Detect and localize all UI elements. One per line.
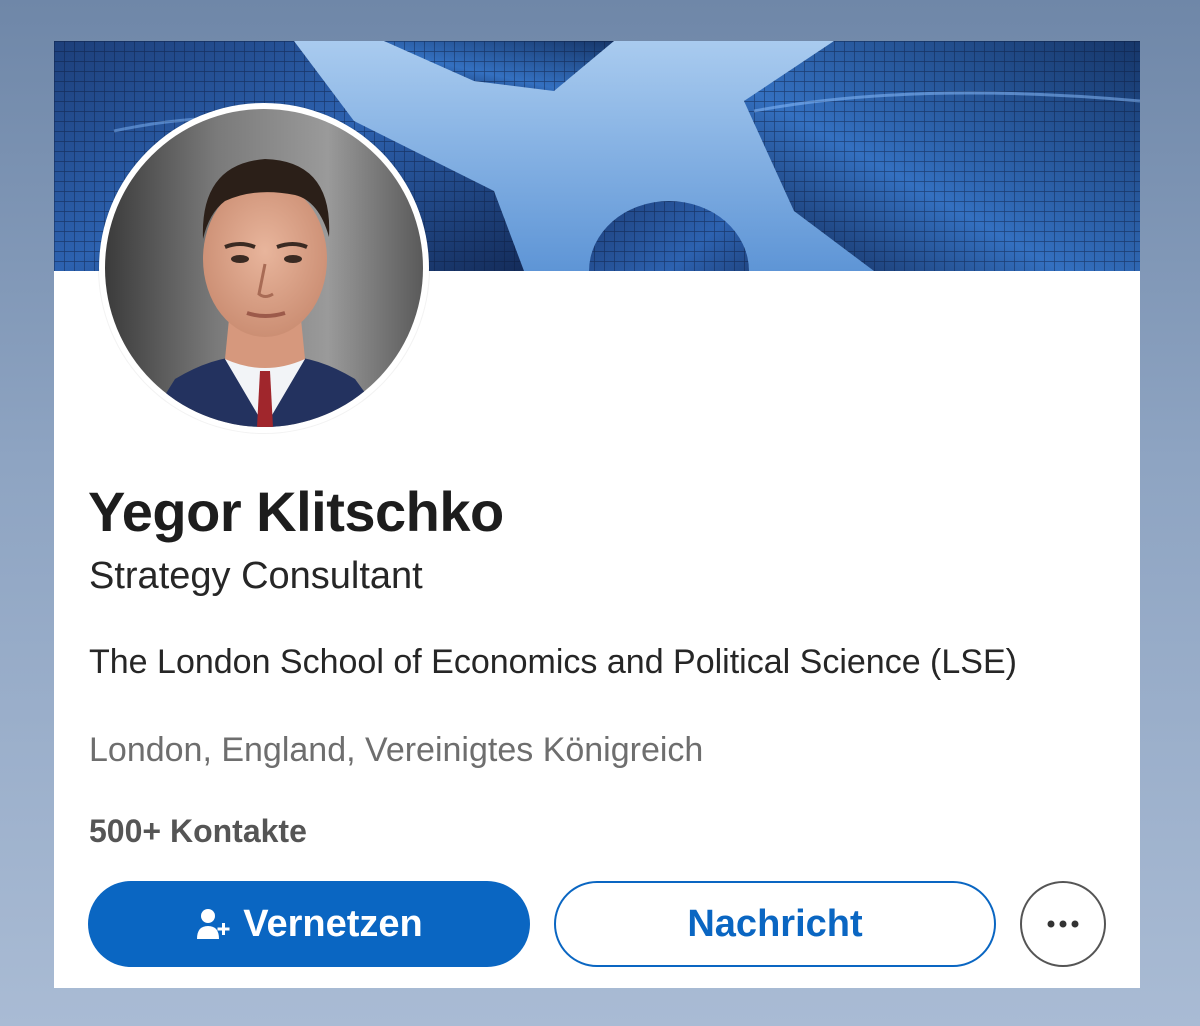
portrait-illustration bbox=[105, 109, 423, 427]
profile-name: Yegor Klitschko bbox=[88, 480, 504, 543]
add-person-icon bbox=[195, 906, 231, 942]
avatar bbox=[105, 109, 423, 427]
connect-button-label: Vernetzen bbox=[243, 902, 423, 945]
message-button[interactable]: Nachricht bbox=[554, 881, 996, 967]
more-horizontal-icon bbox=[1045, 919, 1081, 929]
message-button-label: Nachricht bbox=[687, 902, 863, 945]
connect-button[interactable]: Vernetzen bbox=[88, 881, 530, 967]
profile-photo[interactable] bbox=[99, 103, 429, 433]
connections-count[interactable]: 500+ Kontakte bbox=[89, 813, 307, 850]
profile-location: London, England, Vereinigtes Königreich bbox=[89, 731, 704, 769]
profile-card: Yegor Klitschko Strategy Consultant The … bbox=[54, 41, 1140, 988]
profile-education[interactable]: The London School of Economics and Polit… bbox=[89, 641, 1089, 684]
profile-headline: Strategy Consultant bbox=[89, 555, 423, 597]
more-button[interactable] bbox=[1020, 881, 1106, 967]
